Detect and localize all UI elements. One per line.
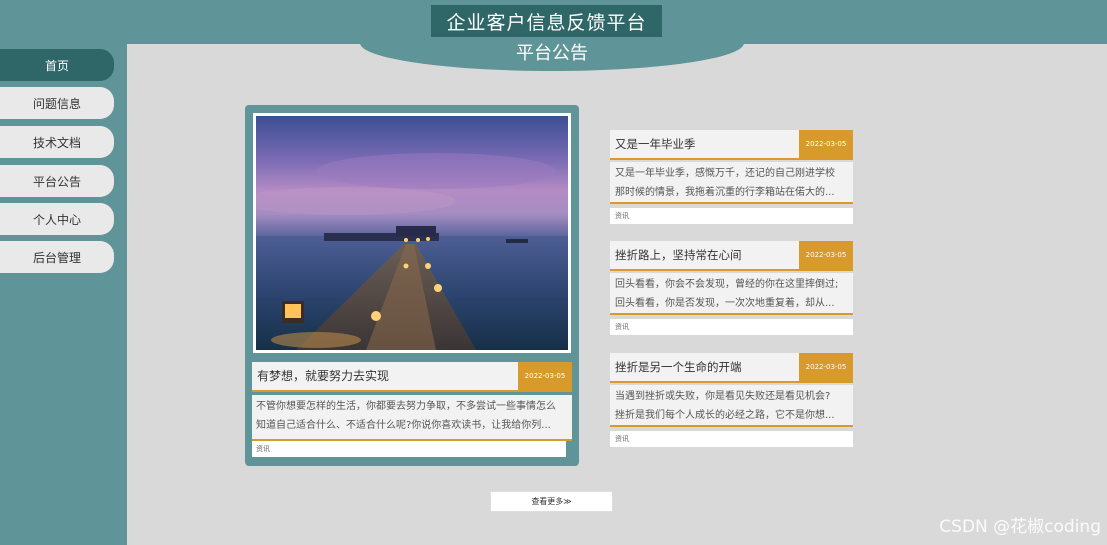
view-more-button[interactable]: 查看更多≫ xyxy=(490,491,613,512)
featured-desc-line-2: 知道自己适合什么、不适合什么呢?你说你喜欢读书，让我给你列... xyxy=(256,420,551,431)
featured-announcement-card[interactable]: 有梦想，就要努力去实现 2022-03-05 不管你想要怎样的生活，你都要去努力… xyxy=(245,105,579,466)
news-desc-line-1: 当遇到挫折或失败，你是看见失败还是看见机会? xyxy=(615,391,831,402)
featured-desc-line-1: 不管你想要怎样的生活，你都要去努力争取，不多尝试一些事情怎么 xyxy=(256,401,556,412)
news-description: 回头看看，你会不会发现，曾经的你在这里摔倒过; 回头看看，你是否发现，一次次地重… xyxy=(610,273,853,315)
sidebar-item-home[interactable]: 首页 xyxy=(0,49,114,81)
section-title: 平台公告 xyxy=(516,43,588,64)
news-description: 当遇到挫折或失败，你是看见失败还是看见机会? 挫折是我们每个人成长的必经之路，它… xyxy=(610,385,853,427)
site-title: 企业客户信息反馈平台 xyxy=(431,5,662,37)
news-item[interactable]: 挫折路上，坚持常在心间 2022-03-05 回头看看，你会不会发现，曾经的你在… xyxy=(610,241,853,335)
featured-image[interactable] xyxy=(253,113,571,353)
pier-sunset-photo xyxy=(256,116,568,350)
sidebar-item-tech-docs[interactable]: 技术文档 xyxy=(0,126,114,158)
sidebar-item-profile[interactable]: 个人中心 xyxy=(0,203,114,235)
featured-title-row[interactable]: 有梦想，就要努力去实现 2022-03-05 xyxy=(252,362,572,392)
sidebar-item-admin[interactable]: 后台管理 xyxy=(0,241,114,273)
news-desc-line-2: 挫折是我们每个人成长的必经之路，它不是你想... xyxy=(615,410,835,421)
news-description: 又是一年毕业季，感慨万千，还记的自己刚进学校 那时候的情景，我拖着沉重的行李箱站… xyxy=(610,162,853,204)
news-title[interactable]: 挫折路上，坚持常在心间 xyxy=(615,241,742,269)
news-date-badge: 2022-03-05 xyxy=(799,353,853,381)
news-date-badge: 2022-03-05 xyxy=(799,241,853,269)
news-title[interactable]: 又是一年毕业季 xyxy=(615,130,696,158)
featured-date-badge: 2022-03-05 xyxy=(518,362,572,390)
news-category: 资讯 xyxy=(610,319,853,335)
news-category: 资讯 xyxy=(610,431,853,447)
featured-title[interactable]: 有梦想，就要努力去实现 xyxy=(257,362,389,390)
news-date-badge: 2022-03-05 xyxy=(799,130,853,158)
news-item[interactable]: 挫折是另一个生命的开端 2022-03-05 当遇到挫折或失败，你是看见失败还是… xyxy=(610,353,853,447)
sidebar-item-announcements[interactable]: 平台公告 xyxy=(0,165,114,197)
watermark: CSDN @花椒coding xyxy=(939,517,1101,537)
news-title-row[interactable]: 挫折路上，坚持常在心间 2022-03-05 xyxy=(610,241,853,271)
news-item[interactable]: 又是一年毕业季 2022-03-05 又是一年毕业季，感慨万千，还记的自己刚进学… xyxy=(610,130,853,224)
news-desc-line-1: 又是一年毕业季，感慨万千，还记的自己刚进学校 xyxy=(615,168,835,179)
news-category: 资讯 xyxy=(610,208,853,224)
featured-description: 不管你想要怎样的生活，你都要去努力争取，不多尝试一些事情怎么 知道自己适合什么、… xyxy=(252,395,572,441)
sidebar xyxy=(0,44,127,545)
news-title-row[interactable]: 挫折是另一个生命的开端 2022-03-05 xyxy=(610,353,853,383)
featured-category: 资讯 xyxy=(252,441,566,457)
section-banner: 平台公告 xyxy=(360,43,744,71)
news-desc-line-2: 那时候的情景，我拖着沉重的行李箱站在偌大的... xyxy=(615,187,835,198)
news-desc-line-2: 回头看看，你是否发现，一次次地重复着，却从... xyxy=(615,298,835,309)
news-desc-line-1: 回头看看，你会不会发现，曾经的你在这里摔倒过; xyxy=(615,279,839,290)
sidebar-item-issues[interactable]: 问题信息 xyxy=(0,87,114,119)
news-title[interactable]: 挫折是另一个生命的开端 xyxy=(615,353,742,381)
news-title-row[interactable]: 又是一年毕业季 2022-03-05 xyxy=(610,130,853,160)
